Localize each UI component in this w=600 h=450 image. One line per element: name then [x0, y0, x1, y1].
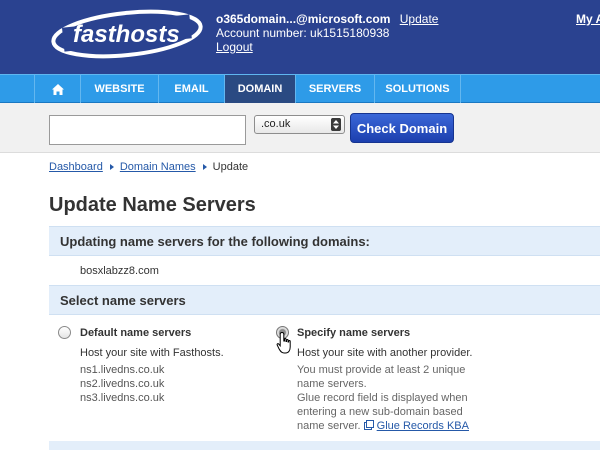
nav-email[interactable]: EMAIL [159, 75, 225, 103]
main-nav: WEBSITE EMAIL DOMAIN SERVERS SOLUTIONS [0, 74, 600, 103]
default-name-servers-label[interactable]: Default name servers [80, 327, 191, 339]
fasthosts-logo[interactable]: fasthosts [49, 7, 205, 61]
tld-select[interactable]: .co.uk [254, 115, 345, 134]
update-account-link[interactable]: Update [400, 12, 439, 26]
default-server-list: ns1.livedns.co.uk ns2.livedns.co.uk ns3.… [80, 363, 164, 405]
logo-text: fasthosts [73, 21, 180, 48]
list-item: ns2.livedns.co.uk [80, 378, 165, 390]
breadcrumb-domain-names[interactable]: Domain Names [120, 161, 196, 173]
nav-servers[interactable]: SERVERS [296, 75, 375, 103]
my-account-link[interactable]: My A [576, 12, 600, 26]
note-line: Glue record field is displayed when [297, 392, 468, 404]
list-item: ns3.livedns.co.uk [80, 392, 165, 404]
glue-records-kba-link[interactable]: Glue Records KBA [377, 420, 469, 432]
breadcrumb-current: Update [212, 161, 249, 173]
home-icon [51, 83, 64, 95]
chevron-right-icon [202, 164, 207, 170]
note-line: name servers. [297, 378, 367, 390]
name-servers-section-heading: Select name servers [49, 285, 600, 315]
nav-website[interactable]: WEBSITE [81, 75, 159, 103]
breadcrumb-dashboard[interactable]: Dashboard [49, 161, 103, 173]
nav-domain[interactable]: DOMAIN [225, 75, 296, 103]
note-prefix: name server. [297, 420, 361, 432]
domains-section-heading: Updating name servers for the following … [49, 226, 600, 256]
breadcrumb: Dashboard Domain Names Update [49, 161, 248, 173]
specify-description: Host your site with another provider. [297, 347, 473, 359]
select-arrows-icon [331, 118, 341, 131]
default-name-servers-radio[interactable] [58, 326, 71, 339]
site-header: fasthosts o365domain...@microsoft.com Up… [0, 0, 600, 74]
tld-selected-value: .co.uk [261, 118, 291, 130]
chevron-right-icon [109, 164, 114, 170]
external-link-icon [363, 420, 374, 430]
section-footer-band [49, 441, 600, 450]
hand-cursor-icon [276, 331, 291, 354]
list-item: ns1.livedns.co.uk [80, 364, 165, 376]
note-line: entering a new sub-domain based [297, 406, 463, 418]
logout-link[interactable]: Logout [216, 40, 253, 54]
page-title: Update Name Servers [49, 194, 256, 216]
specify-name-servers-label[interactable]: Specify name servers [297, 327, 410, 339]
domain-search-bar: .co.uk Check Domain [0, 103, 600, 153]
note-line-last: name server. Glue Records KBA [297, 419, 469, 433]
nav-home[interactable] [34, 75, 81, 103]
domain-name: bosxlabzz8.com [80, 265, 159, 277]
note-line: You must provide at least 2 unique [297, 364, 466, 376]
check-domain-button[interactable]: Check Domain [350, 113, 454, 143]
account-info: o365domain...@microsoft.com Update Accou… [216, 12, 438, 54]
specify-notes: You must provide at least 2 unique name … [297, 363, 469, 433]
nav-solutions[interactable]: SOLUTIONS [375, 75, 461, 103]
account-email: o365domain...@microsoft.com [216, 12, 391, 26]
account-number: Account number: uk1515180938 [216, 26, 390, 40]
domain-search-input[interactable] [49, 115, 246, 145]
default-description: Host your site with Fasthosts. [80, 347, 224, 359]
